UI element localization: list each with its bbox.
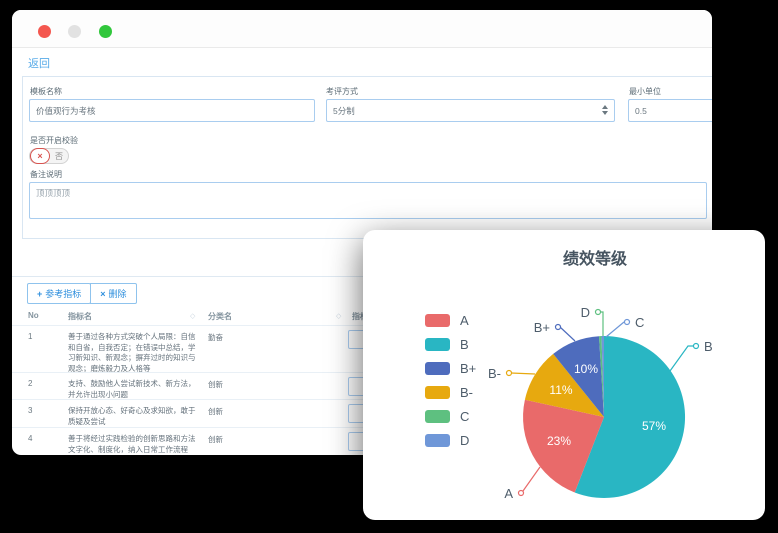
indicator-name-cell: 善于通过各种方式突破个人局限：自信和自省，自我否定；在错误中总结，学习新知识、新… — [68, 332, 196, 374]
row-number: 1 — [28, 332, 32, 341]
evaluation-method-value: 5分制 — [333, 105, 355, 117]
label-marker-dot — [625, 320, 630, 325]
min-unit-input[interactable] — [628, 99, 712, 122]
category-cell: 创新 — [208, 379, 223, 390]
x-icon: × — [100, 289, 105, 299]
label-marker-dot — [519, 491, 524, 496]
evaluation-method-label: 考评方式 — [326, 86, 358, 97]
maximize-button[interactable] — [99, 25, 112, 38]
plus-icon: + — [37, 289, 42, 299]
sort-icon[interactable]: ◇ — [336, 312, 341, 320]
pie-outer-label: B- — [488, 366, 501, 381]
label-marker-dot — [507, 371, 512, 376]
pie-percent-label: 11% — [549, 383, 572, 397]
label-leader-line — [670, 346, 694, 371]
label-leader-line — [600, 312, 603, 336]
label-leader-line — [560, 327, 575, 341]
label-marker-dot — [694, 344, 699, 349]
screenshot-canvas: { "window": { "back_label": "返回" }, "for… — [0, 0, 778, 533]
template-form-panel: 模板名称 考评方式 5分制 最小单位 是否开启校验 × 否 备注说明 顶顶顶顶 — [22, 76, 712, 239]
row-number: 3 — [28, 406, 32, 415]
indicator-name-cell: 善于将经过实践检验的创新思路和方法文字化、制度化，纳入日常工作流程 — [68, 434, 196, 455]
validation-toggle[interactable]: × 否 — [29, 148, 69, 164]
sort-icon[interactable]: ◇ — [190, 312, 195, 320]
header-no: No — [28, 311, 39, 320]
pie-outer-label: A — [504, 486, 513, 501]
header-category-name: 分类名 — [208, 311, 232, 322]
template-name-input[interactable] — [29, 99, 315, 122]
pie-outer-label: D — [581, 305, 590, 320]
pie-chart: 57% 23% 11%10% A B B+ B- C D — [363, 230, 765, 520]
pie-percent-label: 10% — [574, 362, 598, 376]
label-leader-line — [606, 322, 624, 337]
category-cell: 创新 — [208, 434, 223, 445]
select-arrows-icon — [602, 105, 608, 115]
back-link[interactable]: 返回 — [28, 55, 50, 71]
title-bar — [12, 10, 712, 48]
evaluation-method-select[interactable]: 5分制 — [326, 99, 615, 122]
pie-outer-label: B+ — [534, 320, 550, 335]
toggle-off-icon: × — [30, 148, 50, 164]
row-number: 4 — [28, 434, 32, 443]
validation-toggle-label: 是否开启校验 — [30, 135, 78, 146]
min-unit-label: 最小单位 — [629, 86, 661, 97]
performance-chart-card: 绩效等级 ABB+B-CD 57%23%11%10%ABB+B-CD — [363, 230, 765, 520]
indicator-name-cell: 支持、鼓励他人尝试新技术、新方法，并允许出现小问题 — [68, 379, 196, 400]
indicator-name-cell: 保持开放心态、好奇心及求知欲，敢于质疑及尝试 — [68, 406, 196, 427]
remark-label: 备注说明 — [30, 169, 62, 180]
pie-outer-label: C — [635, 315, 644, 330]
category-cell: 创新 — [208, 406, 223, 417]
remark-textarea[interactable]: 顶顶顶顶 — [29, 182, 707, 219]
label-leader-line — [511, 373, 535, 374]
row-number: 2 — [28, 379, 32, 388]
pie-percent-label: 23% — [547, 434, 571, 448]
header-indicator-name: 指标名 — [68, 311, 92, 322]
minimize-button[interactable] — [68, 25, 81, 38]
category-cell: 勤奋 — [208, 332, 223, 343]
table-toolbar: + 参考指标 × 删除 — [27, 283, 137, 304]
pie-outer-label: B — [704, 339, 713, 354]
add-indicator-button[interactable]: + 参考指标 — [27, 283, 91, 304]
delete-label: 删除 — [109, 287, 127, 300]
close-button[interactable] — [38, 25, 51, 38]
label-marker-dot — [596, 310, 601, 315]
label-marker-dot — [556, 325, 561, 330]
delete-button[interactable]: × 删除 — [90, 283, 136, 304]
toggle-off-text: 否 — [50, 151, 68, 162]
pie-percent-label: 57% — [642, 419, 666, 433]
add-indicator-label: 参考指标 — [45, 287, 81, 300]
label-leader-line — [523, 467, 540, 491]
template-name-label: 模板名称 — [30, 86, 62, 97]
